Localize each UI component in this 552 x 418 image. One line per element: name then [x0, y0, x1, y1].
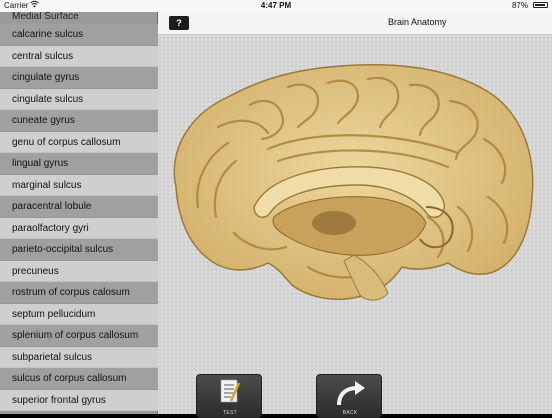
sidebar-item[interactable]: precuneus	[0, 260, 158, 282]
test-label: TEST	[223, 410, 237, 416]
sidebar-item[interactable]: cuneate gyrus	[0, 110, 158, 132]
battery-icon	[533, 2, 548, 8]
sidebar-item[interactable]: central sulcus	[0, 45, 158, 67]
brain-image	[173, 63, 534, 301]
sidebar-item[interactable]: rostrum of corpus calosum	[0, 282, 158, 304]
status-bar: Carrier 4:47 PM 87%	[0, 0, 552, 12]
sidebar-item[interactable]: parieto-occipital sulcus	[0, 239, 158, 261]
curved-arrow-icon	[337, 381, 365, 406]
back-label: BACK	[342, 410, 358, 416]
status-time: 4:47 PM	[260, 1, 292, 10]
main-content: ? Brain Anatomy TEST BACK	[158, 12, 552, 418]
sidebar: Medial Surface calcarine sulcus central s…	[0, 0, 158, 414]
sidebar-title: Medial Surface	[12, 11, 79, 22]
test-button[interactable]: TEST	[196, 374, 262, 418]
sidebar-item[interactable]: cingulate sulcus	[0, 88, 158, 110]
sidebar-item[interactable]: subparietal sulcus	[0, 346, 158, 368]
sidebar-item[interactable]: paraolfactory gyri	[0, 217, 158, 239]
back-button[interactable]: BACK	[316, 374, 382, 418]
sidebar-item[interactable]: splenium of corpus callosum	[0, 325, 158, 347]
sidebar-item[interactable]: sulcus of corpus callosum	[0, 368, 158, 390]
sidebar-list: calcarine sulcus central sulcus cingulate …	[0, 24, 158, 411]
sidebar-item[interactable]: marginal sulcus	[0, 174, 158, 196]
sidebar-item[interactable]: lingual gyrus	[0, 153, 158, 175]
notepad-pencil-icon	[220, 379, 241, 403]
sidebar-item[interactable]: paracentral lobule	[0, 196, 158, 218]
sidebar-item[interactable]: cingulate gyrus	[0, 67, 158, 89]
sidebar-item[interactable]: genu of corpus callosum	[0, 131, 158, 153]
help-button[interactable]: ?	[169, 16, 189, 30]
sidebar-item[interactable]: superior frontal gyrus	[0, 389, 158, 411]
sidebar-item[interactable]: calcarine sulcus	[0, 24, 158, 46]
nav-bar: ? Brain Anatomy	[158, 12, 552, 35]
sidebar-item[interactable]: septum pellucidum	[0, 303, 158, 325]
battery-percent: 87%	[511, 1, 528, 10]
nav-title: Brain Anatomy	[388, 17, 447, 27]
